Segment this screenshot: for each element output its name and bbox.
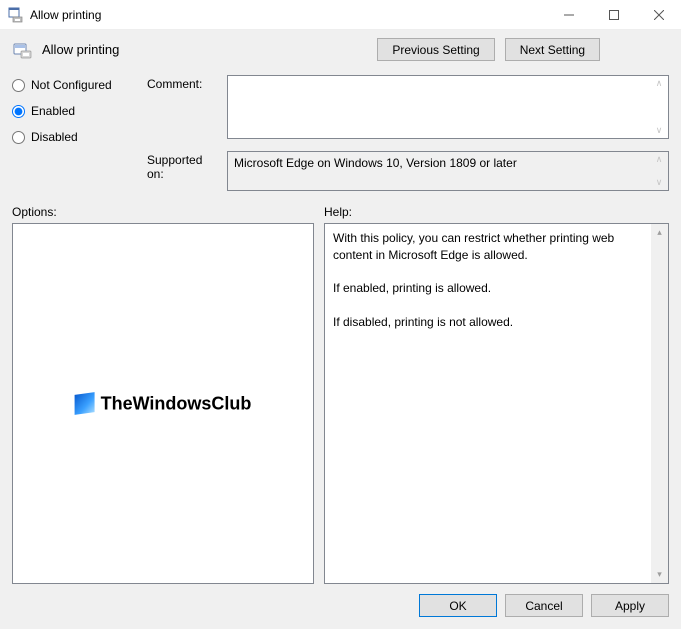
cancel-button[interactable]: Cancel <box>505 594 583 617</box>
watermark-logo-icon <box>75 392 95 415</box>
previous-setting-button[interactable]: Previous Setting <box>377 38 494 61</box>
setting-icon <box>12 40 32 60</box>
radio-enabled-label: Enabled <box>31 104 75 118</box>
radio-disabled-input[interactable] <box>12 131 25 144</box>
app-icon <box>8 7 24 23</box>
ok-button[interactable]: OK <box>419 594 497 617</box>
watermark: TheWindowsClub <box>75 393 252 414</box>
scroll-up-icon[interactable]: ▴ <box>651 224 668 241</box>
scroll-track[interactable] <box>651 241 668 566</box>
next-setting-button[interactable]: Next Setting <box>505 38 600 61</box>
radio-not-configured-label: Not Configured <box>31 78 112 92</box>
radio-not-configured[interactable]: Not Configured <box>12 78 137 92</box>
apply-button[interactable]: Apply <box>591 594 669 617</box>
radio-disabled-label: Disabled <box>31 130 78 144</box>
supported-scroll-hints: ∧∨ <box>652 152 666 190</box>
supported-on-value: Microsoft Edge on Windows 10, Version 18… <box>234 156 517 170</box>
watermark-text: TheWindowsClub <box>101 393 252 414</box>
radio-disabled[interactable]: Disabled <box>12 130 137 144</box>
maximize-button[interactable] <box>591 0 636 30</box>
minimize-button[interactable] <box>546 0 591 30</box>
supported-on-box: Microsoft Edge on Windows 10, Version 18… <box>227 151 669 191</box>
help-scrollbar[interactable]: ▴ ▾ <box>651 224 668 583</box>
options-pane: TheWindowsClub <box>12 223 314 584</box>
help-label: Help: <box>324 205 352 219</box>
window-title: Allow printing <box>30 8 101 22</box>
comment-label: Comment: <box>147 75 217 139</box>
close-button[interactable] <box>636 0 681 30</box>
scroll-down-icon[interactable]: ▾ <box>651 566 668 583</box>
help-text: With this policy, you can restrict wheth… <box>325 224 668 337</box>
options-label: Options: <box>12 205 324 219</box>
radio-enabled[interactable]: Enabled <box>12 104 137 118</box>
comment-textarea[interactable]: ∧∨ <box>227 75 669 139</box>
title-bar: Allow printing <box>0 0 681 30</box>
radio-not-configured-input[interactable] <box>12 79 25 92</box>
radio-enabled-input[interactable] <box>12 105 25 118</box>
supported-label: Supported on: <box>147 151 217 191</box>
setting-title: Allow printing <box>42 42 119 57</box>
comment-scroll-hints: ∧∨ <box>652 76 666 138</box>
help-pane: With this policy, you can restrict wheth… <box>324 223 669 584</box>
